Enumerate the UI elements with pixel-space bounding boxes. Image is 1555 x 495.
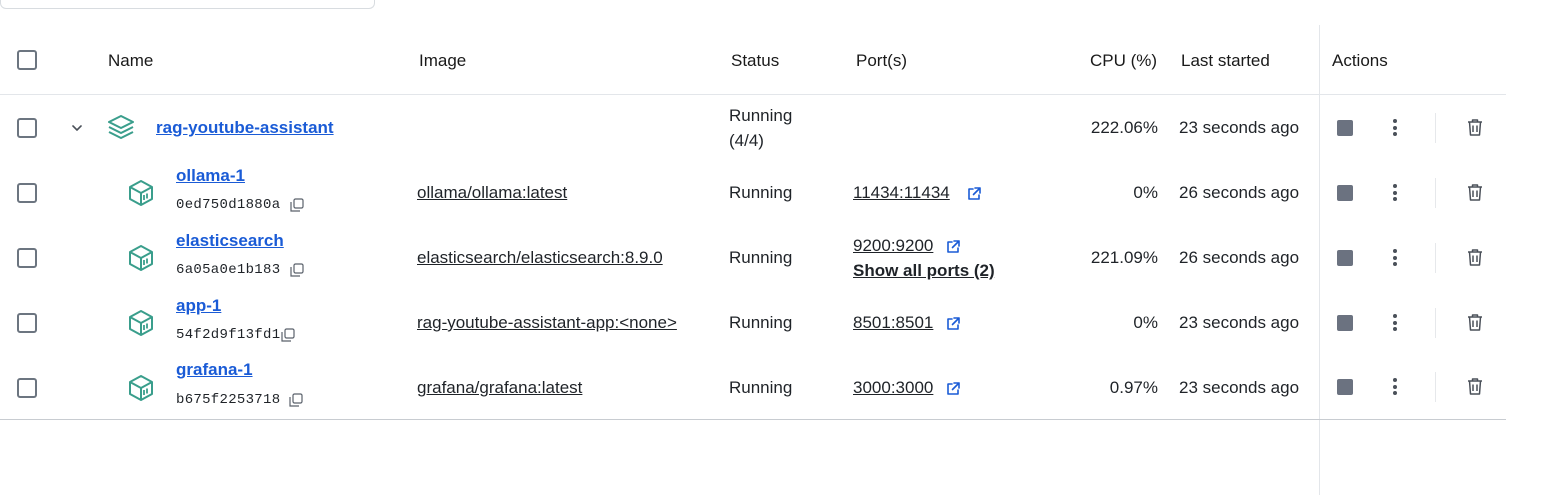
more-options-icon[interactable]: [1393, 378, 1397, 398]
action-separator: [1435, 372, 1436, 402]
header-cpu[interactable]: CPU (%): [1090, 51, 1157, 71]
trash-icon[interactable]: [1466, 118, 1484, 137]
actions-column-divider: [1319, 25, 1320, 495]
container-last-started: 26 seconds ago: [1179, 248, 1300, 267]
container-cpu: 0%: [1133, 313, 1158, 332]
compose-stack-icon: [108, 115, 134, 139]
container-status: Running: [729, 183, 793, 202]
container-last-started: 26 seconds ago: [1179, 183, 1300, 202]
image-link[interactable]: ollama/ollama:latest: [417, 183, 567, 203]
row-checkbox[interactable]: [17, 118, 37, 138]
container-cpu: 221.09%: [1090, 248, 1158, 267]
group-name-link[interactable]: rag-youtube-assistant: [156, 118, 334, 138]
copy-icon[interactable]: [290, 263, 304, 277]
container-icon: [129, 245, 153, 271]
select-all-checkbox[interactable]: [17, 50, 37, 70]
copy-icon[interactable]: [289, 393, 303, 407]
container-name-link[interactable]: app-1: [176, 296, 221, 316]
header-divider: [0, 94, 1506, 95]
external-link-icon[interactable]: [945, 239, 961, 255]
table-bottom-divider: [0, 419, 1506, 420]
external-link-icon[interactable]: [945, 381, 961, 397]
more-options-icon[interactable]: [1393, 249, 1397, 269]
group-status-count: (4/4): [729, 131, 764, 150]
trash-icon[interactable]: [1466, 313, 1484, 332]
port-link[interactable]: 11434:11434: [853, 183, 950, 203]
port-link[interactable]: 9200:9200: [853, 236, 933, 256]
image-link[interactable]: grafana/grafana:latest: [417, 378, 582, 398]
external-link-icon[interactable]: [966, 186, 982, 202]
group-status: Running: [729, 106, 793, 125]
port-link[interactable]: 3000:3000: [853, 378, 933, 398]
header-actions: Actions: [1332, 51, 1388, 70]
container-status: Running: [729, 378, 793, 397]
container-name-link[interactable]: ollama-1: [176, 166, 245, 186]
stop-icon[interactable]: [1337, 315, 1353, 331]
more-options-icon[interactable]: [1393, 314, 1397, 334]
header-ports[interactable]: Port(s): [856, 51, 907, 71]
container-icon: [129, 375, 153, 401]
trash-icon[interactable]: [1466, 183, 1484, 202]
external-link-icon[interactable]: [945, 316, 961, 332]
container-name-link[interactable]: grafana-1: [176, 360, 253, 380]
stop-icon[interactable]: [1337, 185, 1353, 201]
container-cpu: 0.97%: [1109, 378, 1158, 397]
stop-icon[interactable]: [1337, 379, 1353, 395]
header-last-started[interactable]: Last started: [1181, 51, 1270, 71]
more-options-icon[interactable]: [1393, 184, 1397, 204]
action-separator: [1435, 243, 1436, 273]
action-separator: [1435, 113, 1436, 143]
header-image[interactable]: Image: [419, 51, 466, 71]
container-id: 54f2d9f13fd1: [176, 327, 281, 343]
container-cpu: 0%: [1133, 183, 1158, 202]
action-separator: [1435, 308, 1436, 338]
row-checkbox[interactable]: [17, 183, 37, 203]
container-name-link[interactable]: elasticsearch: [176, 231, 284, 251]
chevron-down-icon[interactable]: [70, 121, 84, 135]
container-status: Running: [729, 248, 793, 267]
container-id: 0ed750d1880a: [176, 197, 281, 213]
image-link[interactable]: rag-youtube-assistant-app:<none>: [417, 313, 677, 333]
search-box-edge: [0, 0, 375, 9]
more-options-icon[interactable]: [1393, 119, 1397, 139]
container-status: Running: [729, 313, 793, 332]
stop-icon[interactable]: [1337, 250, 1353, 266]
action-separator: [1435, 178, 1436, 208]
header-name[interactable]: Name: [108, 51, 153, 71]
container-icon: [129, 310, 153, 336]
container-id: 6a05a0e1b183: [176, 262, 281, 278]
container-icon: [129, 180, 153, 206]
container-last-started: 23 seconds ago: [1179, 378, 1300, 397]
show-all-ports-link[interactable]: Show all ports (2): [853, 261, 995, 281]
image-link[interactable]: elasticsearch/elasticsearch:8.9.0: [417, 248, 663, 268]
row-checkbox[interactable]: [17, 313, 37, 333]
port-link[interactable]: 8501:8501: [853, 313, 933, 333]
group-last-started: 23 seconds ago: [1179, 118, 1300, 137]
copy-icon[interactable]: [281, 328, 295, 342]
row-checkbox[interactable]: [17, 378, 37, 398]
header-status[interactable]: Status: [731, 51, 779, 71]
copy-icon[interactable]: [290, 198, 304, 212]
trash-icon[interactable]: [1466, 377, 1484, 396]
trash-icon[interactable]: [1466, 248, 1484, 267]
row-checkbox[interactable]: [17, 248, 37, 268]
container-id: b675f2253718: [176, 392, 281, 408]
group-cpu: 222.06%: [1090, 118, 1158, 137]
container-last-started: 23 seconds ago: [1179, 313, 1300, 332]
stop-icon[interactable]: [1337, 120, 1353, 136]
